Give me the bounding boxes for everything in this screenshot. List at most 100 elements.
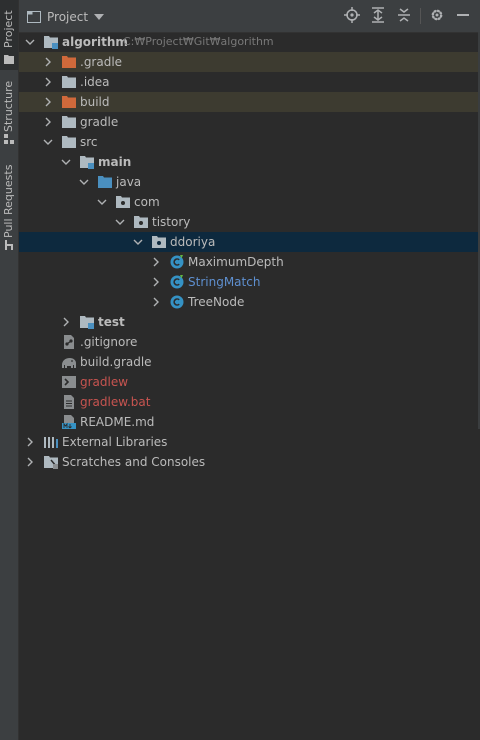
tree-label: TreeNode <box>188 295 245 309</box>
excluded-folder-icon <box>62 56 76 68</box>
tree-label: StringMatch <box>188 275 261 289</box>
pull-request-icon <box>5 240 13 250</box>
tree-row-gitignore[interactable]: .gitignore <box>19 332 480 352</box>
chevron-right-icon[interactable] <box>61 317 71 327</box>
java-class-icon <box>170 255 184 269</box>
folder-icon <box>62 76 76 88</box>
project-folder-icon <box>4 55 14 64</box>
structure-tool-label: Structure <box>2 80 15 132</box>
tree-row-algorithm[interactable]: algorithm C:₩Project₩Git₩algorithm <box>19 32 480 52</box>
tree-row-java[interactable]: java <box>19 172 480 192</box>
shell-script-icon <box>62 376 76 388</box>
tree-label: gradlew.bat <box>80 395 151 409</box>
tree-row-external-libraries[interactable]: External Libraries <box>19 432 480 452</box>
tree-row-src[interactable]: src <box>19 132 480 152</box>
tree-label: .gitignore <box>80 335 138 349</box>
java-class-icon <box>170 295 184 309</box>
tree-row-tistory[interactable]: tistory <box>19 212 480 232</box>
scratches-icon <box>44 456 58 469</box>
chevron-right-icon[interactable] <box>43 117 53 127</box>
project-header: Project <box>19 0 480 33</box>
structure-tool-button[interactable]: Structure <box>0 74 18 150</box>
text-file-icon <box>64 395 74 409</box>
tree-row-test[interactable]: test <box>19 312 480 332</box>
chevron-down-icon[interactable] <box>79 177 89 187</box>
tree-label: .idea <box>80 75 110 89</box>
tree-label: ddoriya <box>170 235 216 249</box>
tree-row-com[interactable]: com <box>19 192 480 212</box>
tree-label: test <box>98 315 125 329</box>
chevron-down-icon[interactable] <box>97 197 107 207</box>
locate-icon[interactable] <box>344 7 360 23</box>
chevron-right-icon[interactable] <box>43 77 53 87</box>
chevron-down-icon[interactable] <box>61 157 71 167</box>
tree-row-scratches[interactable]: Scratches and Consoles <box>19 452 480 472</box>
structure-icon <box>4 134 14 144</box>
chevron-down-icon <box>94 14 105 20</box>
tree-label: gradle <box>80 115 119 129</box>
tree-row-idea[interactable]: .idea <box>19 72 480 92</box>
folder-icon <box>62 136 76 148</box>
java-class-icon <box>170 275 184 289</box>
excluded-folder-icon <box>62 96 76 108</box>
markdown-file-icon <box>62 415 76 429</box>
tree-row-string-match[interactable]: StringMatch <box>19 272 480 292</box>
tree-label: build.gradle <box>80 355 152 369</box>
tree-label: tistory <box>152 215 191 229</box>
project-view-selector[interactable]: Project <box>27 9 105 25</box>
package-icon <box>134 216 148 228</box>
chevron-down-icon[interactable] <box>25 37 35 47</box>
source-folder-icon <box>98 176 112 188</box>
tree-label: main <box>98 155 132 169</box>
tree-row-readme[interactable]: README.md <box>19 412 480 432</box>
chevron-right-icon[interactable] <box>151 257 161 267</box>
chevron-right-icon[interactable] <box>151 297 161 307</box>
package-icon <box>152 236 166 248</box>
chevron-right-icon[interactable] <box>25 457 35 467</box>
project-tool-button[interactable]: Project <box>0 0 18 70</box>
tree-row-main[interactable]: main <box>19 152 480 172</box>
chevron-right-icon[interactable] <box>43 57 53 67</box>
pull-requests-tool-button[interactable]: Pull Requests <box>0 160 18 260</box>
tree-label: External Libraries <box>62 435 168 449</box>
tree-label: README.md <box>80 415 155 429</box>
tree-row-gradle[interactable]: gradle <box>19 112 480 132</box>
chevron-down-icon[interactable] <box>43 137 53 147</box>
project-path: C:₩Project₩Git₩algorithm <box>123 35 274 48</box>
tree-label: Scratches and Consoles <box>62 455 206 469</box>
chevron-right-icon[interactable] <box>43 97 53 107</box>
tree-row-gradlew[interactable]: gradlew <box>19 372 480 392</box>
minimize-icon[interactable] <box>455 7 471 23</box>
gear-icon[interactable] <box>429 7 445 23</box>
folder-icon <box>62 116 76 128</box>
tree-row-build[interactable]: build <box>19 92 480 112</box>
library-icon <box>44 437 58 448</box>
package-icon <box>116 196 130 208</box>
project-tool-label: Project <box>2 10 15 48</box>
tree-row-gradlew-bat[interactable]: gradlew.bat <box>19 392 480 412</box>
collapse-all-icon[interactable] <box>396 7 412 23</box>
tree-label: build <box>80 95 110 109</box>
tree-label: algorithm <box>62 35 128 49</box>
module-folder-icon <box>80 156 94 169</box>
tree-row-ddoriya[interactable]: ddoriya <box>19 232 480 252</box>
tree-label: .gradle <box>80 55 123 69</box>
chevron-down-icon[interactable] <box>115 217 125 227</box>
pull-requests-tool-label: Pull Requests <box>2 164 15 238</box>
gitignore-file-icon <box>64 335 74 349</box>
tool-window-stripe: Project Structure Pull Requests <box>0 0 19 740</box>
tree-row-build-gradle[interactable]: build.gradle <box>19 352 480 372</box>
tree-label: java <box>116 175 142 189</box>
tree-row-maximum-depth[interactable]: MaximumDepth <box>19 252 480 272</box>
project-tree: algorithm C:₩Project₩Git₩algorithm .grad… <box>19 32 480 740</box>
tree-row-tree-node[interactable]: TreeNode <box>19 292 480 312</box>
toolbar-separator <box>420 8 421 24</box>
chevron-down-icon[interactable] <box>133 237 143 247</box>
tree-row-gradle-hidden[interactable]: .gradle <box>19 52 480 72</box>
folder-icon <box>27 11 41 23</box>
tree-label: gradlew <box>80 375 129 389</box>
project-view-title: Project <box>47 10 89 24</box>
chevron-right-icon[interactable] <box>151 277 161 287</box>
expand-all-icon[interactable] <box>370 7 386 23</box>
chevron-right-icon[interactable] <box>25 437 35 447</box>
